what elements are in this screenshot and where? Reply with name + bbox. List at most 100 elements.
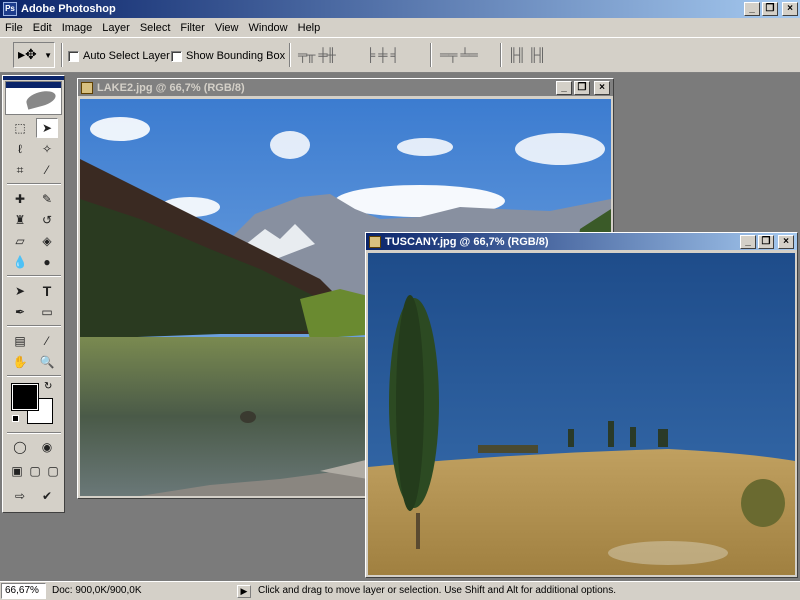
menu-help[interactable]: Help	[293, 22, 326, 34]
menu-edit[interactable]: Edit	[28, 22, 57, 34]
tool-preset-picker[interactable]: ▸✥ ▼	[13, 42, 55, 68]
toolbox-separator	[7, 275, 61, 277]
tuscany-document-title-bar[interactable]: TUSCANY.jpg @ 66,7% (RGB/8)	[366, 233, 797, 250]
foreground-color-swatch[interactable]	[11, 383, 39, 411]
menu-layer[interactable]: Layer	[97, 22, 135, 34]
auto-select-layer-box[interactable]	[68, 50, 79, 62]
default-colors-icon[interactable]	[12, 415, 19, 422]
eyedropper-tool-icon[interactable]: ⁄	[36, 331, 58, 351]
brush-tool-icon[interactable]: ✎	[36, 189, 58, 209]
minimize-button[interactable]: _	[740, 235, 756, 249]
type-tool-icon[interactable]: T	[36, 281, 58, 301]
auto-select-layer-checkbox[interactable]: Auto Select Layer	[68, 50, 170, 62]
options-separator	[289, 43, 291, 67]
blur-tool-icon[interactable]: 💧	[9, 252, 31, 272]
align-vertical-group: ╤╥ ╪╫	[298, 47, 336, 62]
tuscany-document-title: TUSCANY.jpg @ 66,7% (RGB/8)	[385, 235, 549, 248]
distribute-vertical-group: ═╤ ╧═	[440, 47, 478, 62]
toolbox-separator	[7, 432, 61, 434]
status-message: Click and drag to move layer or selectio…	[258, 585, 616, 596]
paint-bucket-tool-icon[interactable]: ◈	[36, 231, 58, 251]
align-left-icon[interactable]: ╞	[366, 47, 375, 62]
app-title: Adobe Photoshop	[21, 3, 116, 15]
magic-wand-tool-icon[interactable]: ✧	[36, 139, 58, 159]
toolbox-title-bar[interactable]	[3, 76, 64, 80]
document-icon	[81, 81, 93, 94]
restore-button[interactable]: ❐	[762, 2, 778, 16]
menu-file[interactable]: File	[0, 22, 28, 34]
notes-tool-icon[interactable]: ▤	[9, 331, 31, 351]
eraser-tool-icon[interactable]: ▱	[9, 231, 31, 251]
distribute-bottom-icon[interactable]: ╧═	[460, 47, 477, 62]
align-horizontal-group: ╞ ╪ ╡	[366, 47, 400, 62]
tuscany-image-canvas[interactable]	[368, 253, 795, 575]
auto-select-layer-label: Auto Select Layer	[83, 50, 170, 62]
distribute-right-icon[interactable]: ╟╢	[528, 47, 545, 62]
status-bar: 66,67% Doc: 900,0K/900,0K ▶ Click and dr…	[0, 581, 800, 600]
show-bounding-box-checkbox[interactable]: Show Bounding Box	[171, 50, 285, 62]
edit-in-imageready-icon[interactable]: ✔	[36, 486, 58, 506]
healing-brush-tool-icon[interactable]: ✚	[9, 189, 31, 209]
zoom-tool-icon[interactable]: 🔍	[36, 352, 58, 372]
clone-stamp-tool-icon[interactable]: ♜	[9, 210, 31, 230]
history-brush-tool-icon[interactable]: ↺	[36, 210, 58, 230]
status-menu-arrow-icon[interactable]: ▶	[237, 585, 251, 598]
options-separator	[61, 43, 63, 67]
options-bar: ▸✥ ▼ Auto Select Layer Show Bounding Box…	[0, 37, 800, 73]
toolbox-separator	[7, 375, 61, 377]
menu-window[interactable]: Window	[244, 22, 293, 34]
standard-mode-icon[interactable]: ◯	[9, 437, 31, 457]
slice-tool-icon[interactable]: ⁄	[36, 160, 58, 180]
show-bounding-box-box[interactable]	[171, 50, 182, 62]
align-hcenter-icon[interactable]: ╪	[378, 47, 387, 62]
lake-document-title: LAKE2.jpg @ 66,7% (RGB/8)	[97, 81, 245, 94]
lake-document-title-bar[interactable]: LAKE2.jpg @ 66,7% (RGB/8)	[78, 79, 613, 96]
document-icon	[369, 235, 381, 248]
zoom-level-field[interactable]: 66,67%	[1, 583, 46, 599]
menu-view[interactable]: View	[210, 22, 244, 34]
show-bounding-box-label: Show Bounding Box	[186, 50, 286, 62]
menu-bar: File Edit Image Layer Select Filter View…	[0, 18, 800, 37]
restore-button[interactable]: ❐	[574, 81, 590, 95]
path-selection-tool-icon[interactable]: ➤	[9, 281, 31, 301]
menu-image[interactable]: Image	[57, 22, 98, 34]
chevron-down-icon: ▼	[44, 51, 52, 60]
swap-colors-icon[interactable]: ↻	[44, 381, 52, 392]
dodge-tool-icon[interactable]: ●	[36, 252, 58, 272]
crop-tool-icon[interactable]: ⌗	[9, 160, 31, 180]
menu-select[interactable]: Select	[135, 22, 176, 34]
marquee-tool-icon[interactable]: ⬚	[9, 118, 31, 138]
document-size-info: Doc: 900,0K/900,0K	[52, 585, 142, 596]
rectangle-tool-icon[interactable]: ▭	[36, 302, 58, 322]
toolbox-separator	[7, 183, 61, 185]
options-separator	[430, 43, 432, 67]
distribute-left-icon[interactable]: ╟╢	[508, 47, 525, 62]
minimize-button[interactable]: _	[556, 81, 572, 95]
lasso-tool-icon[interactable]: ℓ	[9, 139, 31, 159]
move-tool-icon: ▸✥	[18, 46, 37, 62]
distribute-top-icon[interactable]: ═╤	[440, 47, 457, 62]
close-button[interactable]: ×	[594, 81, 610, 95]
tuscany-photo	[368, 253, 795, 575]
menu-filter[interactable]: Filter	[175, 22, 209, 34]
full-screen-mode-icon[interactable]: ▢	[42, 461, 64, 481]
app-title-bar: Ps Adobe Photoshop _ ❐ ×	[0, 0, 800, 18]
restore-button[interactable]: ❐	[758, 235, 774, 249]
pen-tool-icon[interactable]: ✒	[9, 302, 31, 322]
minimize-button[interactable]: _	[744, 2, 760, 16]
photoshop-app-icon: Ps	[3, 2, 17, 16]
hand-tool-icon[interactable]: ✋	[9, 352, 31, 372]
quick-mask-mode-icon[interactable]: ◉	[36, 437, 58, 457]
tuscany-document-window[interactable]: TUSCANY.jpg @ 66,7% (RGB/8) _ ❐ ×	[365, 232, 798, 578]
close-button[interactable]: ×	[782, 2, 798, 16]
close-button[interactable]: ×	[778, 235, 794, 249]
align-vcenter-icon[interactable]: ╪╫	[318, 47, 335, 62]
align-top-icon[interactable]: ╤╥	[298, 47, 315, 62]
distribute-horizontal-group: ╟╢ ╟╢	[508, 47, 546, 62]
align-right-icon[interactable]: ╡	[390, 47, 399, 62]
adobe-feather-logo[interactable]	[5, 81, 62, 115]
toolbox-separator	[7, 325, 61, 327]
move-tool-icon[interactable]: ➤	[36, 118, 58, 138]
toolbox: ⬚ ➤ ℓ ✧ ⌗ ⁄ ✚ ✎ ♜ ↺ ▱ ◈ 💧 ● ➤ T ✒ ▭ ▤ ⁄ …	[2, 75, 65, 513]
jump-to-imageready-icon[interactable]: ⇨	[9, 486, 31, 506]
